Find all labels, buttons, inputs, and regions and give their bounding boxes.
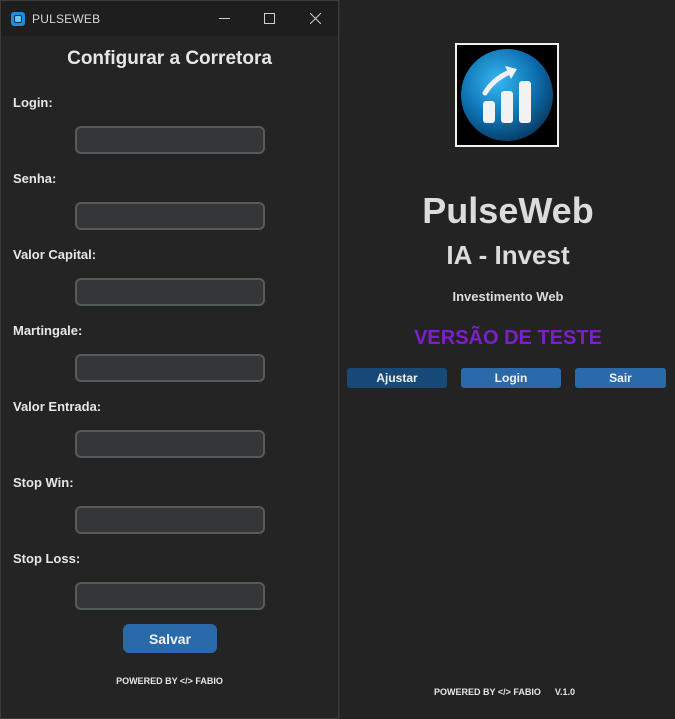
senha-label: Senha: (13, 171, 57, 186)
dialog-footer: POWERED BY </> FABIO (116, 676, 223, 686)
test-version-banner: VERSÃO DE TESTE (414, 327, 602, 349)
stop-win-label: Stop Win: (13, 475, 74, 490)
main-window: PulseWeb IA - Invest Investimento Web VE… (339, 0, 675, 719)
stop-loss-input[interactable] (75, 582, 265, 610)
login-button[interactable]: Login (461, 368, 561, 388)
app-name: PulseWeb (422, 190, 594, 231)
growth-chart-logo-icon (461, 49, 553, 141)
version-label: V.1.0 (554, 687, 576, 697)
close-icon (309, 13, 321, 24)
title-bar[interactable]: PULSEWEB (1, 1, 338, 36)
valor-entrada-input[interactable] (75, 430, 265, 458)
app-logo (455, 43, 559, 147)
senha-input[interactable] (75, 202, 265, 230)
salvar-button[interactable]: Salvar (123, 624, 217, 653)
sair-button[interactable]: Sair (575, 368, 666, 388)
stop-loss-label: Stop Loss: (13, 551, 81, 566)
app-tagline: Investimento Web (452, 289, 564, 304)
minimize-icon (218, 18, 230, 19)
powered-by-text: POWERED BY </> FABIO (434, 687, 541, 697)
close-button[interactable] (292, 1, 338, 36)
login-input[interactable] (75, 126, 265, 154)
window-title: PULSEWEB (32, 11, 101, 26)
dialog-title: Configurar a Corretora (67, 48, 272, 69)
valor-capital-input[interactable] (75, 278, 265, 306)
app-window-icon (11, 11, 25, 26)
ajustar-button[interactable]: Ajustar (347, 368, 447, 388)
maximize-button[interactable] (246, 1, 292, 36)
martingale-input[interactable] (75, 354, 265, 382)
app-subtitle: IA - Invest (446, 240, 570, 270)
desktop: PulseWeb IA - Invest Investimento Web VE… (0, 0, 675, 719)
login-label: Login: (13, 95, 53, 110)
maximize-icon (263, 13, 275, 24)
valor-entrada-label: Valor Entrada: (13, 399, 102, 414)
martingale-label: Martingale: (13, 323, 83, 338)
stop-win-input[interactable] (75, 506, 265, 534)
minimize-button[interactable] (201, 1, 247, 36)
config-dialog: PULSEWEB Configurar a Corretora Login: S… (0, 0, 339, 719)
valor-capital-label: Valor Capital: (13, 247, 97, 262)
main-footer: POWERED BY </> FABIO V.1.0 (434, 687, 575, 697)
